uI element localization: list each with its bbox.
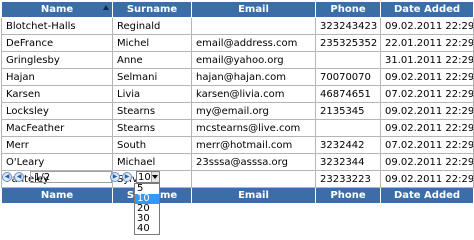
cell-surname: Reginald bbox=[112, 17, 192, 35]
cell-email bbox=[191, 17, 316, 35]
cell-phone: 3232442 bbox=[315, 136, 381, 154]
cell-email: mcstearns@live.com bbox=[191, 119, 316, 137]
page-size-dropdown: 5 10 20 30 40 bbox=[134, 183, 160, 235]
cell-date-added: 07.02.2011 22:29:14 bbox=[380, 85, 474, 103]
page-number-input[interactable]: 1/2 bbox=[30, 171, 112, 183]
column-header-name[interactable]: Name bbox=[1, 1, 113, 18]
cell-surname: Michael bbox=[112, 153, 192, 171]
cell-phone: 46874651 bbox=[315, 85, 381, 103]
footer-row: Name Surname Email Phone Date Added bbox=[1, 187, 474, 204]
pager-left: ◀ ◀ 1/2 bbox=[2, 170, 112, 184]
cell-name: DeFrance bbox=[1, 34, 113, 52]
cell-name: Gringlesby bbox=[1, 51, 113, 69]
cell-surname: Livia bbox=[112, 85, 192, 103]
page-size-select[interactable]: 10 bbox=[136, 171, 160, 183]
cell-phone: 3232344 bbox=[315, 153, 381, 171]
table-row[interactable]: DeFrance Michel email@address.com 235325352… bbox=[1, 34, 474, 52]
grid-body: Blotchet-Halls Reginald 323243423 09.02.201… bbox=[1, 17, 474, 188]
next-page-icon[interactable]: ▶ bbox=[110, 172, 120, 182]
cell-name: Karsen bbox=[1, 85, 113, 103]
cell-date-added: 22.01.2011 22:29:14 bbox=[380, 34, 474, 52]
footer-header-email: Email bbox=[191, 187, 316, 204]
sort-ascending-icon bbox=[103, 5, 109, 10]
cell-phone: 235325352 bbox=[315, 34, 381, 52]
table-row[interactable]: O'Leary Michael 23sssa@asssa.org 3232344 09.… bbox=[1, 153, 474, 171]
table-row[interactable]: Blotchet-Halls Reginald 323243423 09.02.201… bbox=[1, 17, 474, 35]
table-row[interactable]: Merr South merr@hotmail.com 3232442 07.02.20… bbox=[1, 136, 474, 154]
cell-name: Hajan bbox=[1, 68, 113, 86]
cell-date-added: 09.02.2011 22:29:14 bbox=[380, 170, 474, 188]
cell-email: email@address.com bbox=[191, 34, 316, 52]
cell-phone: 23233223 bbox=[315, 170, 381, 188]
footer-header-phone: Phone bbox=[315, 187, 381, 204]
cell-date-added: 09.02.2011 22:29:14 bbox=[380, 102, 474, 120]
cell-date-added: 09.02.2011 22:29:14 bbox=[380, 153, 474, 171]
cell-email: 23sssa@asssa.org bbox=[191, 153, 316, 171]
cell-phone bbox=[315, 51, 381, 69]
cell-email: my@email.org bbox=[191, 102, 316, 120]
table-row[interactable]: Locksley Stearns my@email.org 2135345 09.02.… bbox=[1, 102, 474, 120]
cell-surname: Michel bbox=[112, 34, 192, 52]
table-row[interactable]: MacFeather Stearns mcstearns@live.com 09.02… bbox=[1, 119, 474, 137]
header-row: Name Surname Email Phone Date Added bbox=[1, 1, 474, 18]
column-header-date-added[interactable]: Date Added bbox=[380, 1, 474, 18]
footer-header-name: Name bbox=[1, 187, 113, 204]
cell-name: Blotchet-Halls bbox=[1, 17, 113, 35]
cell-date-added: 07.02.2011 22:29:14 bbox=[380, 136, 474, 154]
cell-email: email@yahoo.org bbox=[191, 51, 316, 69]
cell-phone: 2135345 bbox=[315, 102, 381, 120]
cell-phone bbox=[315, 119, 381, 137]
cell-date-added: 09.02.2011 22:29:14 bbox=[380, 119, 474, 137]
cell-surname: South bbox=[112, 136, 192, 154]
column-header-surname[interactable]: Surname bbox=[112, 1, 192, 18]
cell-surname: Stearns bbox=[112, 119, 192, 137]
cell-surname: Stearns bbox=[112, 102, 192, 120]
cell-phone: 70070070 bbox=[315, 68, 381, 86]
first-page-icon[interactable]: ◀ bbox=[2, 172, 12, 182]
pager-right: ▶ ▶ 10 bbox=[110, 170, 160, 184]
dropdown-arrow-icon[interactable] bbox=[150, 172, 159, 182]
cell-surname: Selmani bbox=[112, 68, 192, 86]
cell-name: Locksley bbox=[1, 102, 113, 120]
cell-date-added: 09.02.2011 22:29:14 bbox=[380, 17, 474, 35]
cell-surname: Anne bbox=[112, 51, 192, 69]
column-header-phone[interactable]: Phone bbox=[315, 1, 381, 18]
footer-header-date-added: Date Added bbox=[380, 187, 474, 204]
cell-date-added: 09.02.2011 22:29:14 bbox=[380, 68, 474, 86]
cell-email bbox=[191, 170, 316, 188]
cell-email: hajan@hajan.com bbox=[191, 68, 316, 86]
last-page-icon[interactable]: ▶ bbox=[122, 172, 132, 182]
cell-name: O'Leary bbox=[1, 153, 113, 171]
page-size-value: 10 bbox=[138, 171, 151, 183]
cell-email: karsen@livia.com bbox=[191, 85, 316, 103]
table-row[interactable]: Karsen Livia karsen@livia.com 46874651 07.02… bbox=[1, 85, 474, 103]
column-header-email[interactable]: Email bbox=[191, 1, 316, 18]
cell-phone: 323243423 bbox=[315, 17, 381, 35]
table-row[interactable]: Hajan Selmani hajan@hajan.com 70070070 09.02… bbox=[1, 68, 474, 86]
cell-name: Merr bbox=[1, 136, 113, 154]
page-size-option[interactable]: 40 bbox=[135, 224, 159, 234]
previous-page-icon[interactable]: ◀ bbox=[14, 172, 24, 182]
cell-date-added: 31.01.2011 22:29:14 bbox=[380, 51, 474, 69]
cell-name: MacFeather bbox=[1, 119, 113, 137]
table-row[interactable]: Gringlesby Anne email@yahoo.org 31.01.2011 … bbox=[1, 51, 474, 69]
cell-email: merr@hotmail.com bbox=[191, 136, 316, 154]
